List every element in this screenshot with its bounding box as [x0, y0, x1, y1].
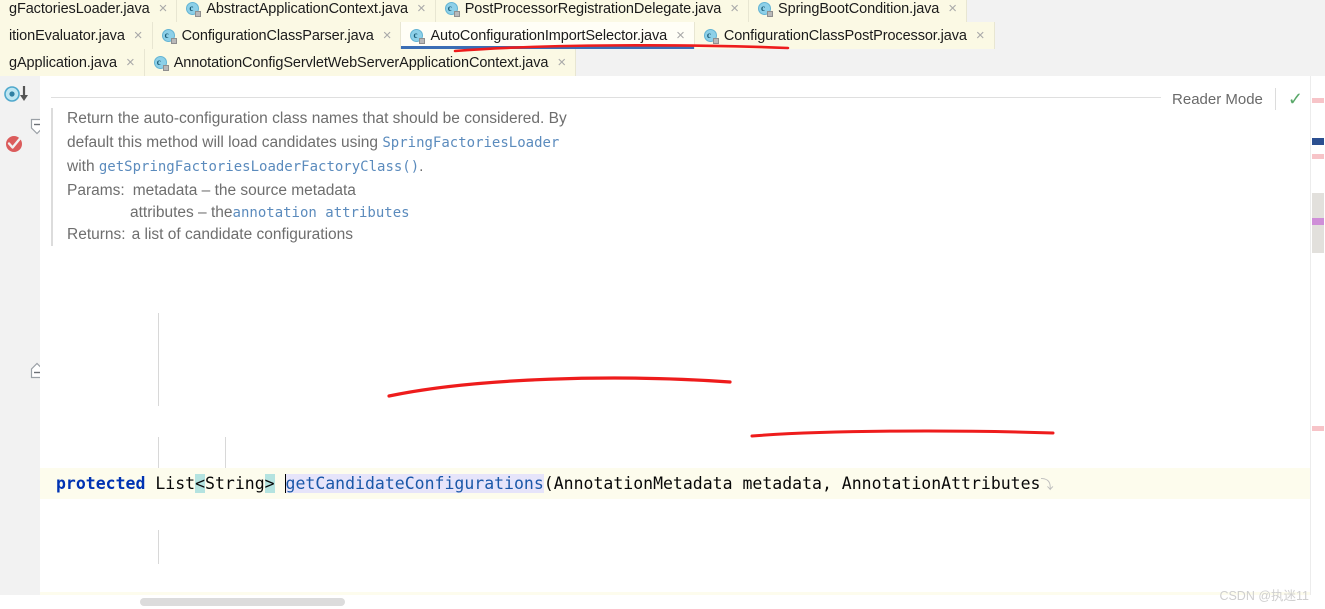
- tab-label: AbstractApplicationContext.java: [206, 0, 408, 17]
- indent-guide: [158, 313, 159, 406]
- marker-info-blue[interactable]: [1312, 138, 1324, 145]
- editor-tab-row-3: gApplication.java × c AnnotationConfigSe…: [0, 49, 1325, 76]
- tab-ConfigurationClassParser[interactable]: c ConfigurationClassParser.java ×: [152, 22, 402, 49]
- marker-usage-purple[interactable]: [1312, 218, 1324, 225]
- java-class-icon: c: [410, 28, 426, 44]
- type-string: String: [205, 474, 265, 493]
- close-icon[interactable]: ×: [676, 28, 685, 43]
- tab-label: SpringBootCondition.java: [778, 0, 940, 17]
- indent-guide: [158, 530, 159, 564]
- breakpoint-verified-icon[interactable]: [4, 133, 26, 158]
- close-icon[interactable]: ×: [417, 1, 426, 16]
- tab-label: AnnotationConfigServletWebServerApplicat…: [173, 54, 549, 71]
- tab-itionEvaluator[interactable]: itionEvaluator.java ×: [0, 22, 153, 49]
- tab-label: AutoConfigurationImportSelector.java: [430, 27, 668, 44]
- java-class-icon: c: [153, 55, 169, 71]
- tab-gFactoriesLoader[interactable]: gFactoriesLoader.java ×: [0, 0, 178, 22]
- javadoc-code-ref[interactable]: getSpringFactoriesLoaderFactoryClass(): [99, 159, 419, 175]
- param-type-link[interactable]: annotation attributes: [233, 202, 410, 224]
- tab-label: gApplication.java: [9, 54, 117, 71]
- java-class-icon: c: [161, 28, 177, 44]
- javadoc-description-line-1: Return the auto-configuration class name…: [67, 110, 567, 127]
- javadoc-text: default this method will load candidates…: [67, 134, 383, 151]
- close-icon[interactable]: ×: [126, 55, 135, 70]
- close-icon[interactable]: ×: [730, 1, 739, 16]
- divider: [1274, 88, 1276, 110]
- tab-row-filler: [994, 22, 1325, 49]
- java-class-icon: c: [444, 1, 460, 17]
- code-lines[interactable]: protected List<String> getCandidateConfi…: [40, 251, 1311, 595]
- params-label: Params:: [67, 182, 125, 199]
- tab-row-filler: [967, 0, 1325, 22]
- type-list: List: [155, 474, 196, 493]
- horizontal-scrollbar[interactable]: [40, 595, 1311, 609]
- tab-SpringBootCondition[interactable]: c SpringBootCondition.java ×: [749, 0, 968, 22]
- tab-label: PostProcessorRegistrationDelegate.java: [464, 0, 722, 17]
- javadoc-params-row-2: attributes – the annotation attributes: [67, 202, 1161, 224]
- override-method-icon[interactable]: [4, 85, 34, 103]
- keyword-protected: protected: [56, 474, 156, 493]
- indent-guide: [225, 437, 226, 468]
- close-icon[interactable]: ×: [383, 28, 392, 43]
- java-class-icon: c: [703, 28, 719, 44]
- marker-error-pink-3[interactable]: [1312, 426, 1324, 431]
- selection-lt: <: [195, 474, 206, 493]
- reader-mode-control[interactable]: Reader Mode ✓: [1172, 88, 1303, 110]
- method-name-getCandidateConfigurations[interactable]: getCandidateConfigurations: [285, 474, 544, 493]
- javadoc-text: with: [67, 158, 99, 175]
- tab-label: ConfigurationClassParser.java: [181, 27, 374, 44]
- selection-gt: >: [264, 474, 275, 493]
- javadoc-text: .: [419, 158, 424, 175]
- horizontal-scrollbar-thumb[interactable]: [140, 598, 345, 606]
- tab-ConfigurationClassPostProcessor[interactable]: c ConfigurationClassPostProcessor.java ×: [694, 22, 995, 49]
- close-icon[interactable]: ×: [557, 55, 566, 70]
- line-wrap-icon: ⤵: [1040, 478, 1054, 493]
- param-entry: attributes – the: [130, 204, 233, 221]
- javadoc-params-row-1: Params: metadata – the source metadata: [67, 180, 1161, 202]
- javadoc-code-ref[interactable]: SpringFactoriesLoader: [382, 135, 559, 151]
- close-icon[interactable]: ×: [159, 1, 168, 16]
- javadoc-render-block: Return the auto-configuration class name…: [51, 97, 1161, 246]
- tab-gApplication[interactable]: gApplication.java ×: [0, 49, 145, 76]
- divider: [51, 97, 1161, 98]
- javadoc-body: Return the auto-configuration class name…: [51, 108, 1161, 246]
- tab-AnnotationConfigServletWebServerApplicationContext[interactable]: c AnnotationConfigServletWebServerApplic…: [144, 49, 577, 76]
- tab-AbstractApplicationContext[interactable]: c AbstractApplicationContext.java ×: [177, 0, 436, 22]
- tab-row-filler: [576, 49, 1325, 76]
- method-parameters: (AnnotationMetadata metadata, Annotation…: [543, 474, 1041, 493]
- marker-warning-pink-1[interactable]: [1312, 98, 1324, 103]
- editor-pane: Reader Mode ✓ Return the auto-configurat…: [0, 76, 1325, 609]
- returns-value: a list of candidate configurations: [131, 226, 354, 243]
- code-line-signature[interactable]: protected List<String> getCandidateConfi…: [40, 468, 1311, 499]
- marker-warning-pink-2[interactable]: [1312, 154, 1324, 159]
- tab-label: gFactoriesLoader.java: [9, 0, 150, 17]
- editor-gutter[interactable]: [0, 76, 68, 595]
- javadoc-returns-row: Returns: a list of candidate configurati…: [67, 224, 1161, 246]
- intellij-editor-window: gFactoriesLoader.java × c AbstractApplic…: [0, 0, 1325, 609]
- java-class-icon: c: [758, 1, 774, 17]
- tab-label: ConfigurationClassPostProcessor.java: [723, 27, 967, 44]
- editor-tab-row-2: itionEvaluator.java × c ConfigurationCla…: [0, 22, 1325, 49]
- reader-mode-label: Reader Mode: [1172, 90, 1263, 108]
- watermark: CSDN @执迷11: [1219, 589, 1309, 603]
- returns-label: Returns:: [67, 226, 126, 243]
- close-icon[interactable]: ×: [976, 28, 985, 43]
- editor-tab-row-1: gFactoriesLoader.java × c AbstractApplic…: [0, 0, 1325, 22]
- java-class-icon: c: [186, 1, 202, 17]
- tab-label: itionEvaluator.java: [9, 27, 125, 44]
- error-stripe-marker-bar[interactable]: [1310, 76, 1325, 595]
- javadoc-description-line-2: default this method will load candidates…: [67, 132, 1161, 154]
- tab-AutoConfigurationImportSelector[interactable]: c AutoConfigurationImportSelector.java ×: [401, 22, 695, 49]
- tab-PostProcessorRegistrationDelegate[interactable]: c PostProcessorRegistrationDelegate.java…: [435, 0, 750, 22]
- code-viewport[interactable]: Reader Mode ✓ Return the auto-configurat…: [40, 76, 1311, 595]
- close-icon[interactable]: ×: [134, 28, 143, 43]
- javadoc-description-line-3: with getSpringFactoriesLoaderFactoryClas…: [67, 156, 1161, 178]
- param-entry: metadata – the source metadata: [132, 182, 356, 199]
- close-icon[interactable]: ×: [948, 1, 957, 16]
- check-icon[interactable]: ✓: [1288, 90, 1303, 108]
